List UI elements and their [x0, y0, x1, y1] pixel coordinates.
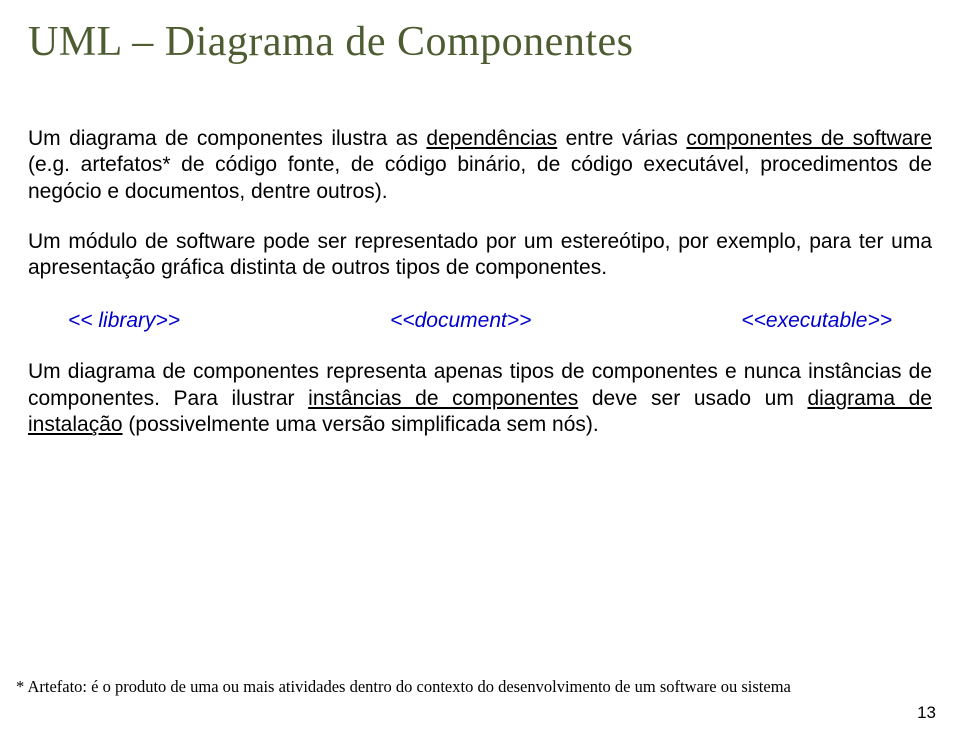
text-fragment: deve ser usado um: [578, 387, 807, 410]
stereotype-document: <<document>>: [390, 309, 531, 333]
text-fragment: (e.g. artefatos* de código fonte, de cód…: [28, 153, 932, 202]
text-underline-dependencias: dependências: [426, 127, 557, 150]
page-number: 13: [917, 703, 936, 723]
footnote-text: é o produto de uma ou mais atividades de…: [87, 677, 791, 696]
text-underline-componentes: componentes de software: [686, 127, 932, 150]
paragraph-2: Um módulo de software pode ser represent…: [28, 229, 932, 282]
text-underline-instancias: instâncias de componentes: [308, 387, 578, 410]
stereotype-library: << library>>: [68, 309, 180, 333]
stereotype-row: << library>> <<document>> <<executable>>: [28, 305, 932, 359]
text-fragment: entre várias: [557, 127, 686, 150]
text-fragment: Um diagrama de componentes ilustra as: [28, 127, 426, 150]
paragraph-1: Um diagrama de componentes ilustra as de…: [28, 126, 932, 205]
page-title: UML – Diagrama de Componentes: [28, 18, 932, 66]
paragraph-3: Um diagrama de componentes representa ap…: [28, 359, 932, 438]
stereotype-executable: <<executable>>: [741, 309, 892, 333]
text-fragment: (possivelmente uma versão simplificada s…: [123, 413, 599, 436]
footnote-label: * Artefato:: [16, 677, 87, 696]
footnote: * Artefato: é o produto de uma ou mais a…: [16, 677, 791, 697]
